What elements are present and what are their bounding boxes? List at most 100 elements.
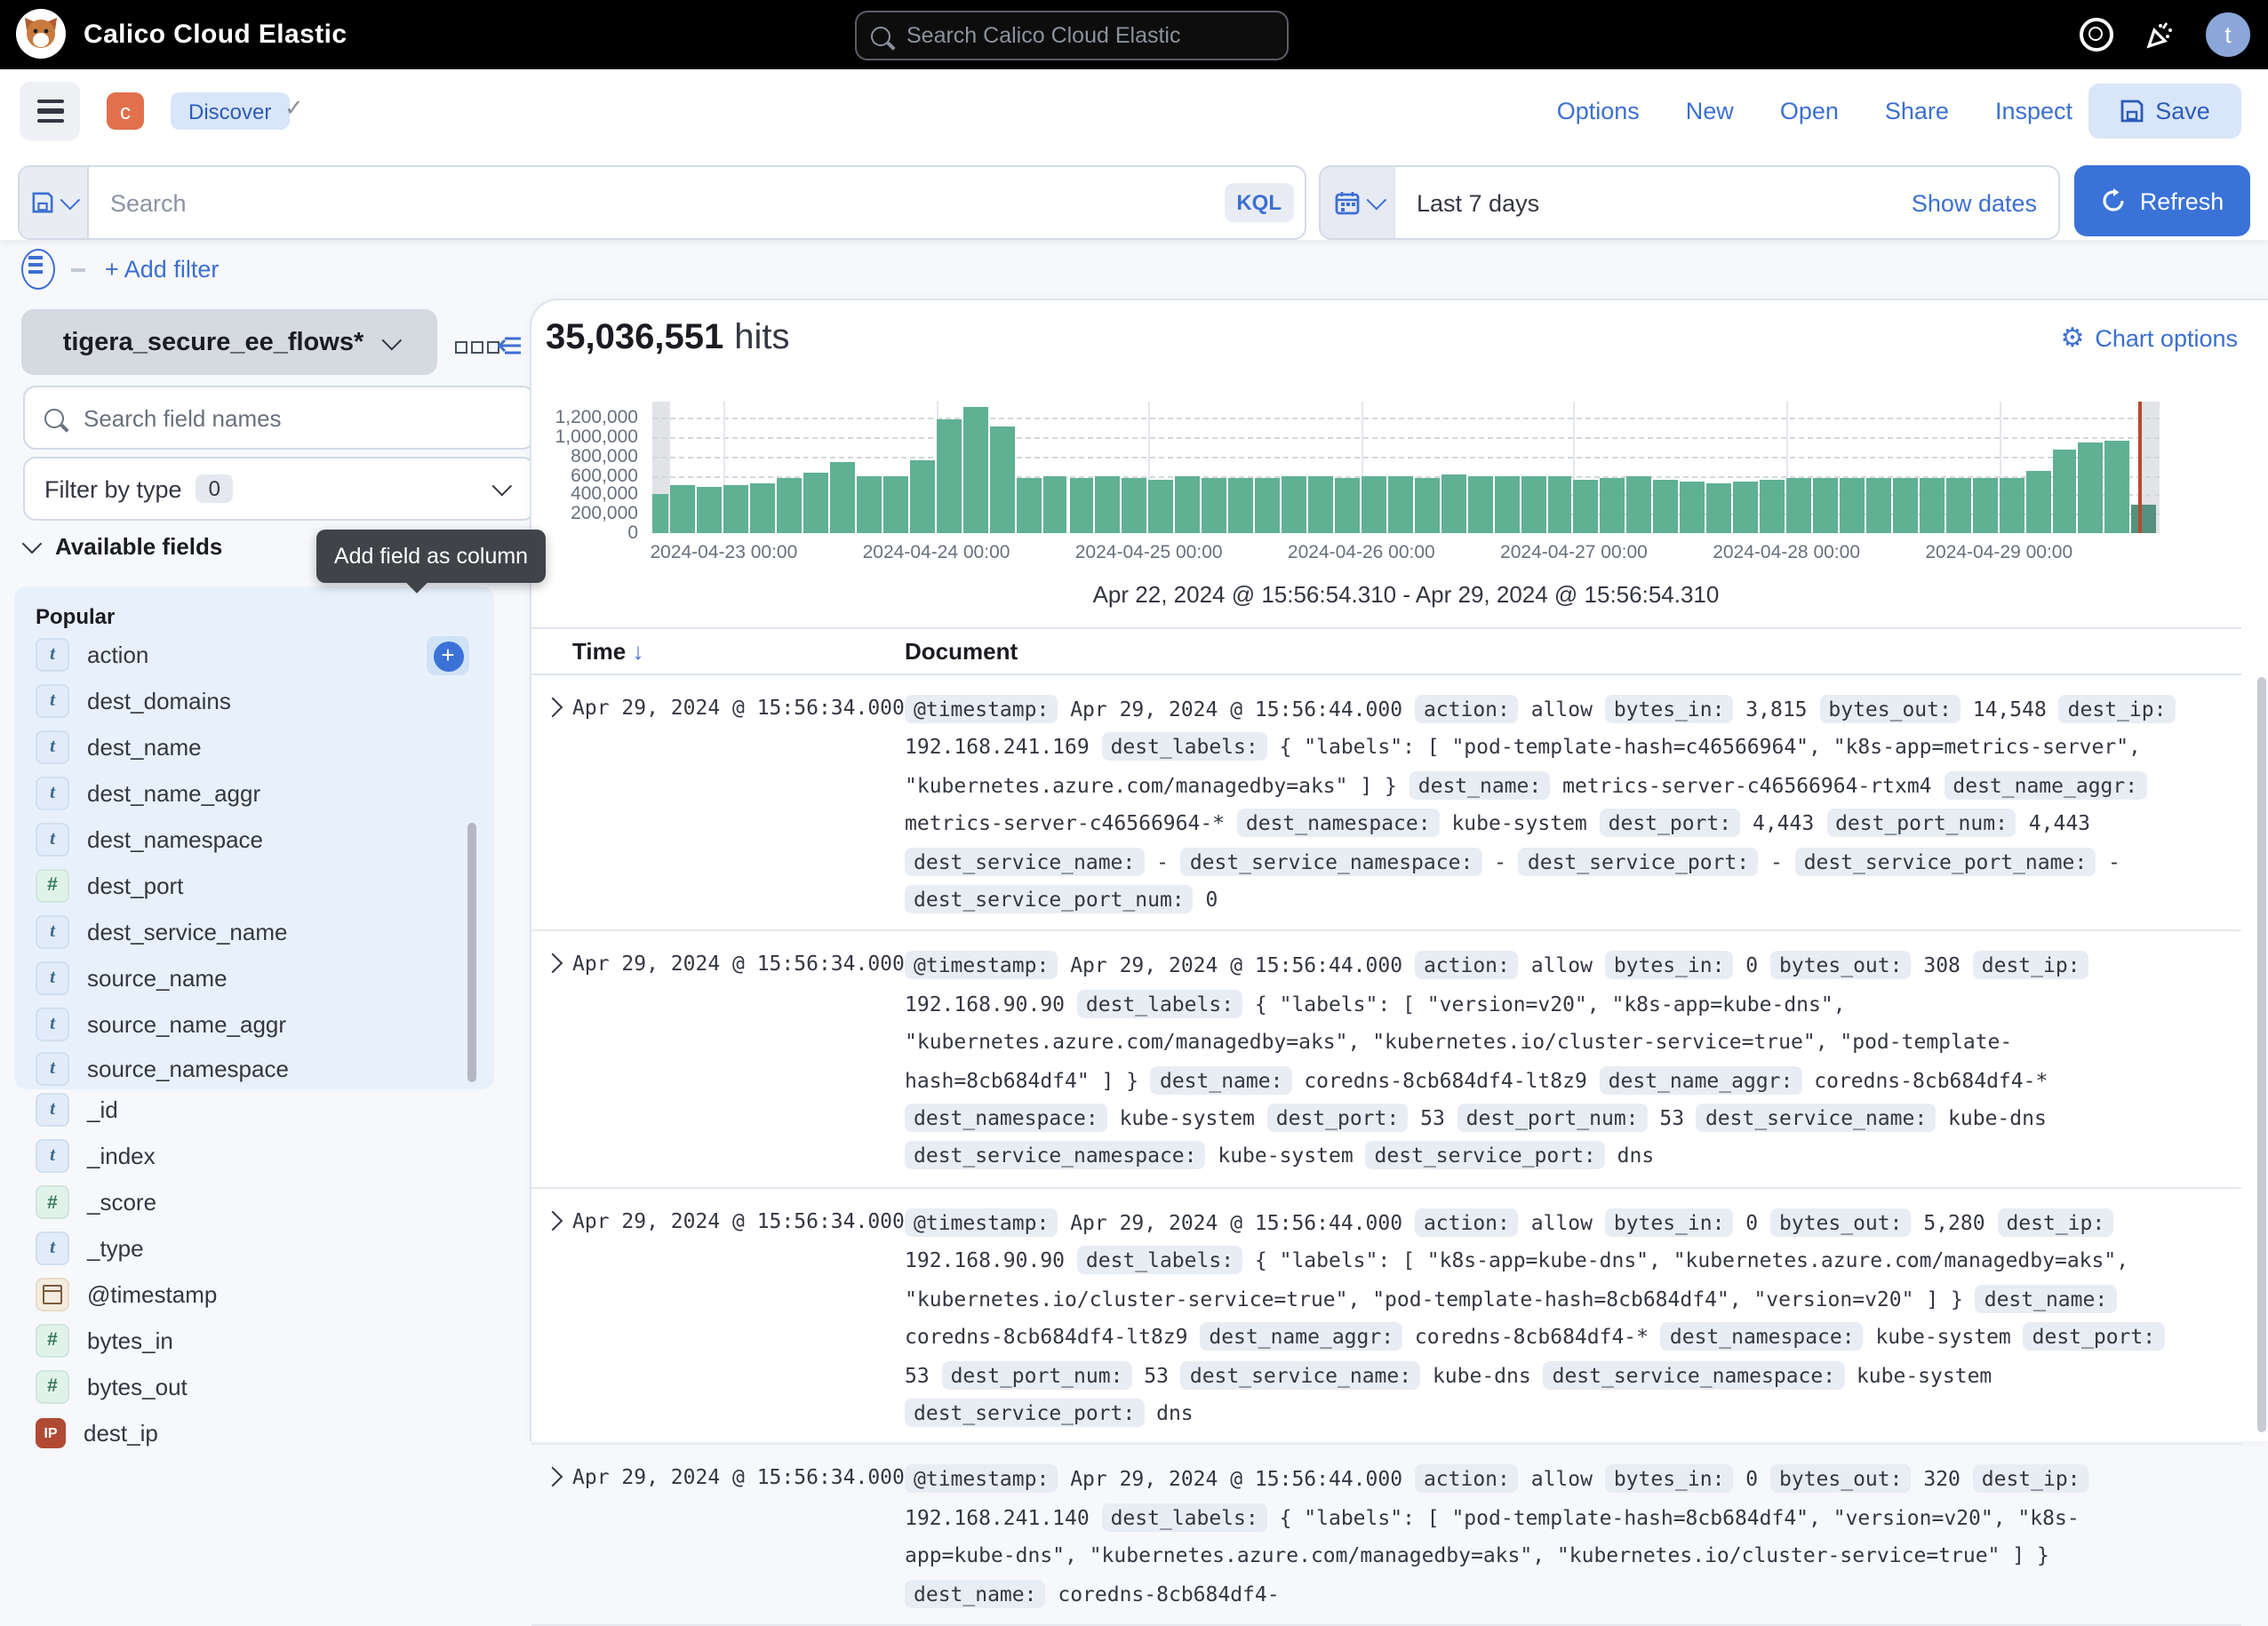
histogram-bar[interactable] xyxy=(830,463,855,533)
show-dates-button[interactable]: Show dates xyxy=(1912,189,2058,216)
histogram-bar[interactable] xyxy=(1654,480,1679,533)
saved-query-menu[interactable] xyxy=(20,167,89,238)
histogram-bar[interactable] xyxy=(1282,476,1306,533)
histogram-bar[interactable] xyxy=(777,478,802,533)
field-item-source_name_aggr[interactable]: tsource_name_aggr xyxy=(14,1000,494,1047)
field-item-dest_service_name[interactable]: tdest_service_name xyxy=(14,909,494,955)
histogram-bar[interactable] xyxy=(1467,477,1492,533)
histogram-bar[interactable] xyxy=(1176,477,1201,533)
histogram-bar[interactable] xyxy=(2052,450,2077,533)
calico-logo-icon[interactable] xyxy=(16,9,66,59)
field-search-input[interactable] xyxy=(80,403,514,433)
news-icon[interactable] xyxy=(2144,19,2176,51)
global-search-input[interactable] xyxy=(903,21,1273,50)
filter-icon[interactable] xyxy=(21,249,55,290)
save-button[interactable]: Save xyxy=(2088,84,2241,139)
histogram-bar[interactable] xyxy=(1415,478,1440,533)
histogram-bar[interactable] xyxy=(1255,478,1280,533)
field-item-bytes_out[interactable]: #bytes_out xyxy=(14,1364,494,1410)
histogram-bar[interactable] xyxy=(1096,476,1121,533)
histogram-bar[interactable] xyxy=(1069,478,1094,533)
field-item-@timestamp[interactable]: @timestamp xyxy=(14,1271,494,1318)
space-badge[interactable]: c xyxy=(107,92,144,130)
field-item-source_namespace[interactable]: tsource_namespace xyxy=(14,1047,494,1093)
kql-query-box[interactable]: KQL xyxy=(18,165,1306,240)
histogram-bar[interactable] xyxy=(1733,482,1758,533)
time-range-value[interactable]: Last 7 days xyxy=(1395,189,1912,216)
histogram-bar[interactable] xyxy=(1016,477,1041,533)
histogram-bar[interactable] xyxy=(1972,478,1997,533)
histogram-bar[interactable] xyxy=(1893,478,1918,533)
histogram-bar[interactable] xyxy=(1760,480,1785,533)
quick-select-menu[interactable] xyxy=(1321,167,1395,238)
field-item-dest_name[interactable]: tdest_name xyxy=(14,725,494,771)
histogram-bar[interactable] xyxy=(1228,478,1253,533)
field-search-box[interactable] xyxy=(23,386,535,450)
histogram-bar[interactable] xyxy=(1441,474,1466,533)
expand-row-icon[interactable] xyxy=(542,1467,563,1487)
histogram-bar[interactable] xyxy=(1362,477,1386,533)
histogram-bar[interactable] xyxy=(1999,478,2024,533)
histogram-bar[interactable] xyxy=(1866,478,1891,533)
histogram-bar[interactable] xyxy=(803,474,828,533)
histogram-bar[interactable] xyxy=(1149,479,1174,533)
histogram-bar[interactable] xyxy=(1521,476,1545,533)
histogram-bar[interactable] xyxy=(1335,477,1360,533)
histogram-bar[interactable] xyxy=(1813,478,1838,533)
histogram-bar[interactable] xyxy=(1308,477,1333,533)
field-item-_score[interactable]: #_score xyxy=(14,1180,494,1226)
histogram-bar[interactable] xyxy=(1681,482,1705,534)
date-picker[interactable]: Last 7 days Show dates xyxy=(1319,165,2060,240)
query-language-button[interactable]: KQL xyxy=(1224,183,1294,222)
field-item-_id[interactable]: t_id xyxy=(14,1088,494,1134)
field-item-action[interactable]: taction+ xyxy=(14,633,494,679)
histogram-bar[interactable] xyxy=(2105,441,2130,533)
field-item-dest_name_aggr[interactable]: tdest_name_aggr xyxy=(14,770,494,817)
toolbar-link-share[interactable]: Share xyxy=(1885,98,1949,124)
expand-row-icon[interactable] xyxy=(542,954,563,975)
toolbar-link-open[interactable]: Open xyxy=(1780,98,1839,124)
histogram-bar[interactable] xyxy=(1706,482,1731,533)
expand-row-icon[interactable] xyxy=(542,697,563,718)
histogram-bar[interactable] xyxy=(937,419,962,533)
sidebar-scrollbar[interactable] xyxy=(467,823,476,1082)
field-view-toggle-icon[interactable] xyxy=(455,341,499,353)
query-input[interactable] xyxy=(89,189,1224,216)
sort-desc-icon[interactable]: ↓ xyxy=(632,638,643,665)
add-field-as-column-button[interactable]: + xyxy=(433,641,463,671)
time-column-header[interactable]: Time ↓ xyxy=(572,638,905,665)
field-item-source_name[interactable]: tsource_name xyxy=(14,954,494,1000)
menu-icon[interactable] xyxy=(20,82,80,140)
table-scrollbar[interactable] xyxy=(2257,677,2266,1432)
index-pattern-selector[interactable]: tigera_secure_ee_flows* xyxy=(21,309,437,375)
histogram-bar[interactable] xyxy=(671,484,696,533)
histogram-bar[interactable] xyxy=(2079,442,2104,533)
field-item-bytes_in[interactable]: #bytes_in xyxy=(14,1318,494,1364)
add-filter-button[interactable]: + Add filter xyxy=(105,256,219,283)
histogram-plot[interactable] xyxy=(652,402,2160,533)
histogram-bar[interactable] xyxy=(910,461,935,533)
help-icon[interactable] xyxy=(2080,18,2113,52)
histogram-bar[interactable] xyxy=(1786,478,1811,533)
user-avatar[interactable]: t xyxy=(2206,12,2250,57)
expand-row-icon[interactable] xyxy=(542,1210,563,1231)
field-item-dest_ip[interactable]: IPdest_ip xyxy=(14,1409,494,1455)
histogram-bar[interactable] xyxy=(1840,478,1865,533)
global-search[interactable] xyxy=(855,11,1289,60)
chart-options-button[interactable]: ⚙ Chart options xyxy=(2061,325,2239,352)
histogram-bar[interactable] xyxy=(1494,476,1519,533)
histogram-bar[interactable] xyxy=(698,487,723,533)
toolbar-link-inspect[interactable]: Inspect xyxy=(1995,98,2072,124)
available-fields-header[interactable]: Available fields xyxy=(25,533,222,560)
collapse-sidebar-icon[interactable] xyxy=(496,334,523,357)
histogram-bar[interactable] xyxy=(1920,478,1945,533)
field-item-_type[interactable]: t_type xyxy=(14,1225,494,1271)
histogram-bar[interactable] xyxy=(857,475,882,533)
field-item-dest_namespace[interactable]: tdest_namespace xyxy=(14,817,494,863)
histogram-bar[interactable] xyxy=(1042,476,1067,533)
histogram-bar[interactable] xyxy=(1202,477,1226,533)
histogram-bar[interactable] xyxy=(989,427,1014,533)
histogram-bar[interactable] xyxy=(750,483,775,533)
histogram-bar[interactable] xyxy=(1388,476,1413,533)
refresh-button[interactable]: Refresh xyxy=(2074,165,2250,236)
